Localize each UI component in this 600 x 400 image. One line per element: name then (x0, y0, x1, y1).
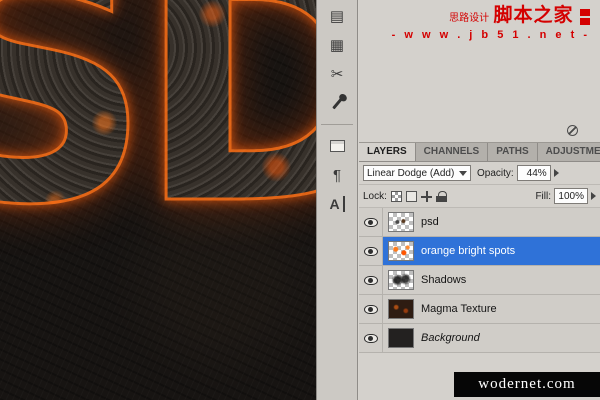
tab-channels[interactable]: CHANNELS (416, 143, 489, 161)
lock-transparency-icon[interactable] (391, 191, 402, 202)
eye-icon (364, 334, 378, 343)
eye-icon (364, 305, 378, 314)
eye-icon (364, 218, 378, 227)
panel-top-area: 思路设计 脚本之家 - w w w . j b 5 1 . n e t - (359, 0, 600, 143)
character-panel-icon[interactable]: A (320, 191, 354, 217)
fill-label: Fill: (535, 191, 551, 202)
document-canvas[interactable]: SD (0, 0, 316, 400)
character-glyph: A (329, 196, 344, 212)
visibility-toggle[interactable] (359, 324, 383, 352)
site-watermark: 思路设计 脚本之家 - w w w . j b 5 1 . n e t - (392, 4, 590, 43)
scissors-icon[interactable]: ✂ (320, 61, 354, 87)
photoshop-window: SD ▤ ▦ ✂ ¶ A 思路设计 脚本之家 - w w w . j b 5 1… (0, 0, 600, 400)
layer-row-background[interactable]: Background (359, 324, 600, 353)
eye-icon (364, 247, 378, 256)
lock-pixels-icon[interactable] (406, 191, 417, 202)
blend-mode-dropdown[interactable]: Linear Dodge (Add) (363, 165, 471, 181)
panel-dock-strip: ▤ ▦ ✂ ¶ A (316, 0, 358, 400)
fill-slider-arrow[interactable] (591, 192, 596, 200)
history-panel-icon[interactable]: ▤ (320, 3, 354, 29)
tab-paths[interactable]: PATHS (488, 143, 537, 161)
fill-value: 100% (558, 191, 584, 202)
visibility-toggle[interactable] (359, 208, 383, 236)
layer-thumbnail[interactable] (388, 299, 414, 319)
opacity-field[interactable]: 44% (517, 165, 551, 181)
watermark-url: - w w w . j b 5 1 . n e t - (392, 29, 590, 43)
visibility-toggle[interactable] (359, 237, 383, 265)
bottom-watermark: wodernet.com (454, 372, 600, 397)
layer-thumbnail[interactable] (388, 241, 414, 261)
eyedropper-glyph (332, 97, 343, 109)
visibility-toggle[interactable] (359, 295, 383, 323)
layer-row-magma-texture[interactable]: Magma Texture (359, 295, 600, 324)
watermark-line1: 思路设计 脚本之家 (392, 4, 590, 28)
layer-row-shadows[interactable]: Shadows (359, 266, 600, 295)
eyedropper-icon[interactable] (320, 90, 354, 116)
lock-all-icon[interactable] (436, 191, 447, 202)
layer-name[interactable]: psd (421, 216, 439, 228)
blend-opacity-row: Linear Dodge (Add) Opacity: 44% (359, 162, 600, 185)
layer-name[interactable]: orange bright spots (421, 245, 515, 257)
layer-row-psd[interactable]: psd (359, 208, 600, 237)
watermark-prefix: 思路设计 (449, 13, 489, 24)
notes-panel-icon[interactable] (320, 133, 354, 159)
lock-fill-row: Lock: Fill: 100% (359, 185, 600, 208)
styles-panel-icon[interactable]: ▦ (320, 32, 354, 58)
strip-divider (321, 124, 353, 125)
layer-thumbnail[interactable] (388, 212, 414, 232)
layer-thumbnail[interactable] (388, 328, 414, 348)
layer-row-orange-bright-spots[interactable]: orange bright spots (359, 237, 600, 266)
paragraph-panel-icon[interactable]: ¶ (320, 162, 354, 188)
layer-name[interactable]: Magma Texture (421, 303, 497, 315)
circle-slash-icon[interactable] (567, 125, 578, 136)
fill-field[interactable]: 100% (554, 188, 588, 204)
tab-layers[interactable]: LAYERS (359, 143, 416, 161)
lock-buttons (391, 191, 447, 202)
lock-label: Lock: (363, 191, 387, 202)
layers-panel-dock: 思路设计 脚本之家 - w w w . j b 5 1 . n e t - LA… (359, 0, 600, 400)
layer-name[interactable]: Background (421, 332, 480, 344)
chevron-down-icon (459, 171, 467, 176)
visibility-toggle[interactable] (359, 266, 383, 294)
lock-position-icon[interactable] (421, 191, 432, 202)
layer-list: psd orange bright spots Shadows (359, 208, 600, 353)
layer-name[interactable]: Shadows (421, 274, 466, 286)
lava-text-artwork: SD (0, 0, 316, 252)
opacity-value: 44% (527, 168, 547, 179)
opacity-slider-arrow[interactable] (554, 169, 559, 177)
eye-icon (364, 276, 378, 285)
note-glyph (330, 140, 345, 152)
layer-thumbnail[interactable] (388, 270, 414, 290)
opacity-label: Opacity: (477, 168, 514, 179)
panel-tabs: LAYERS CHANNELS PATHS ADJUSTMENT (359, 143, 600, 162)
watermark-brand: 脚本之家 (494, 5, 574, 26)
blend-mode-value: Linear Dodge (Add) (367, 168, 454, 179)
watermark-decoration (580, 9, 590, 25)
tab-adjustments[interactable]: ADJUSTMENT (538, 143, 600, 161)
